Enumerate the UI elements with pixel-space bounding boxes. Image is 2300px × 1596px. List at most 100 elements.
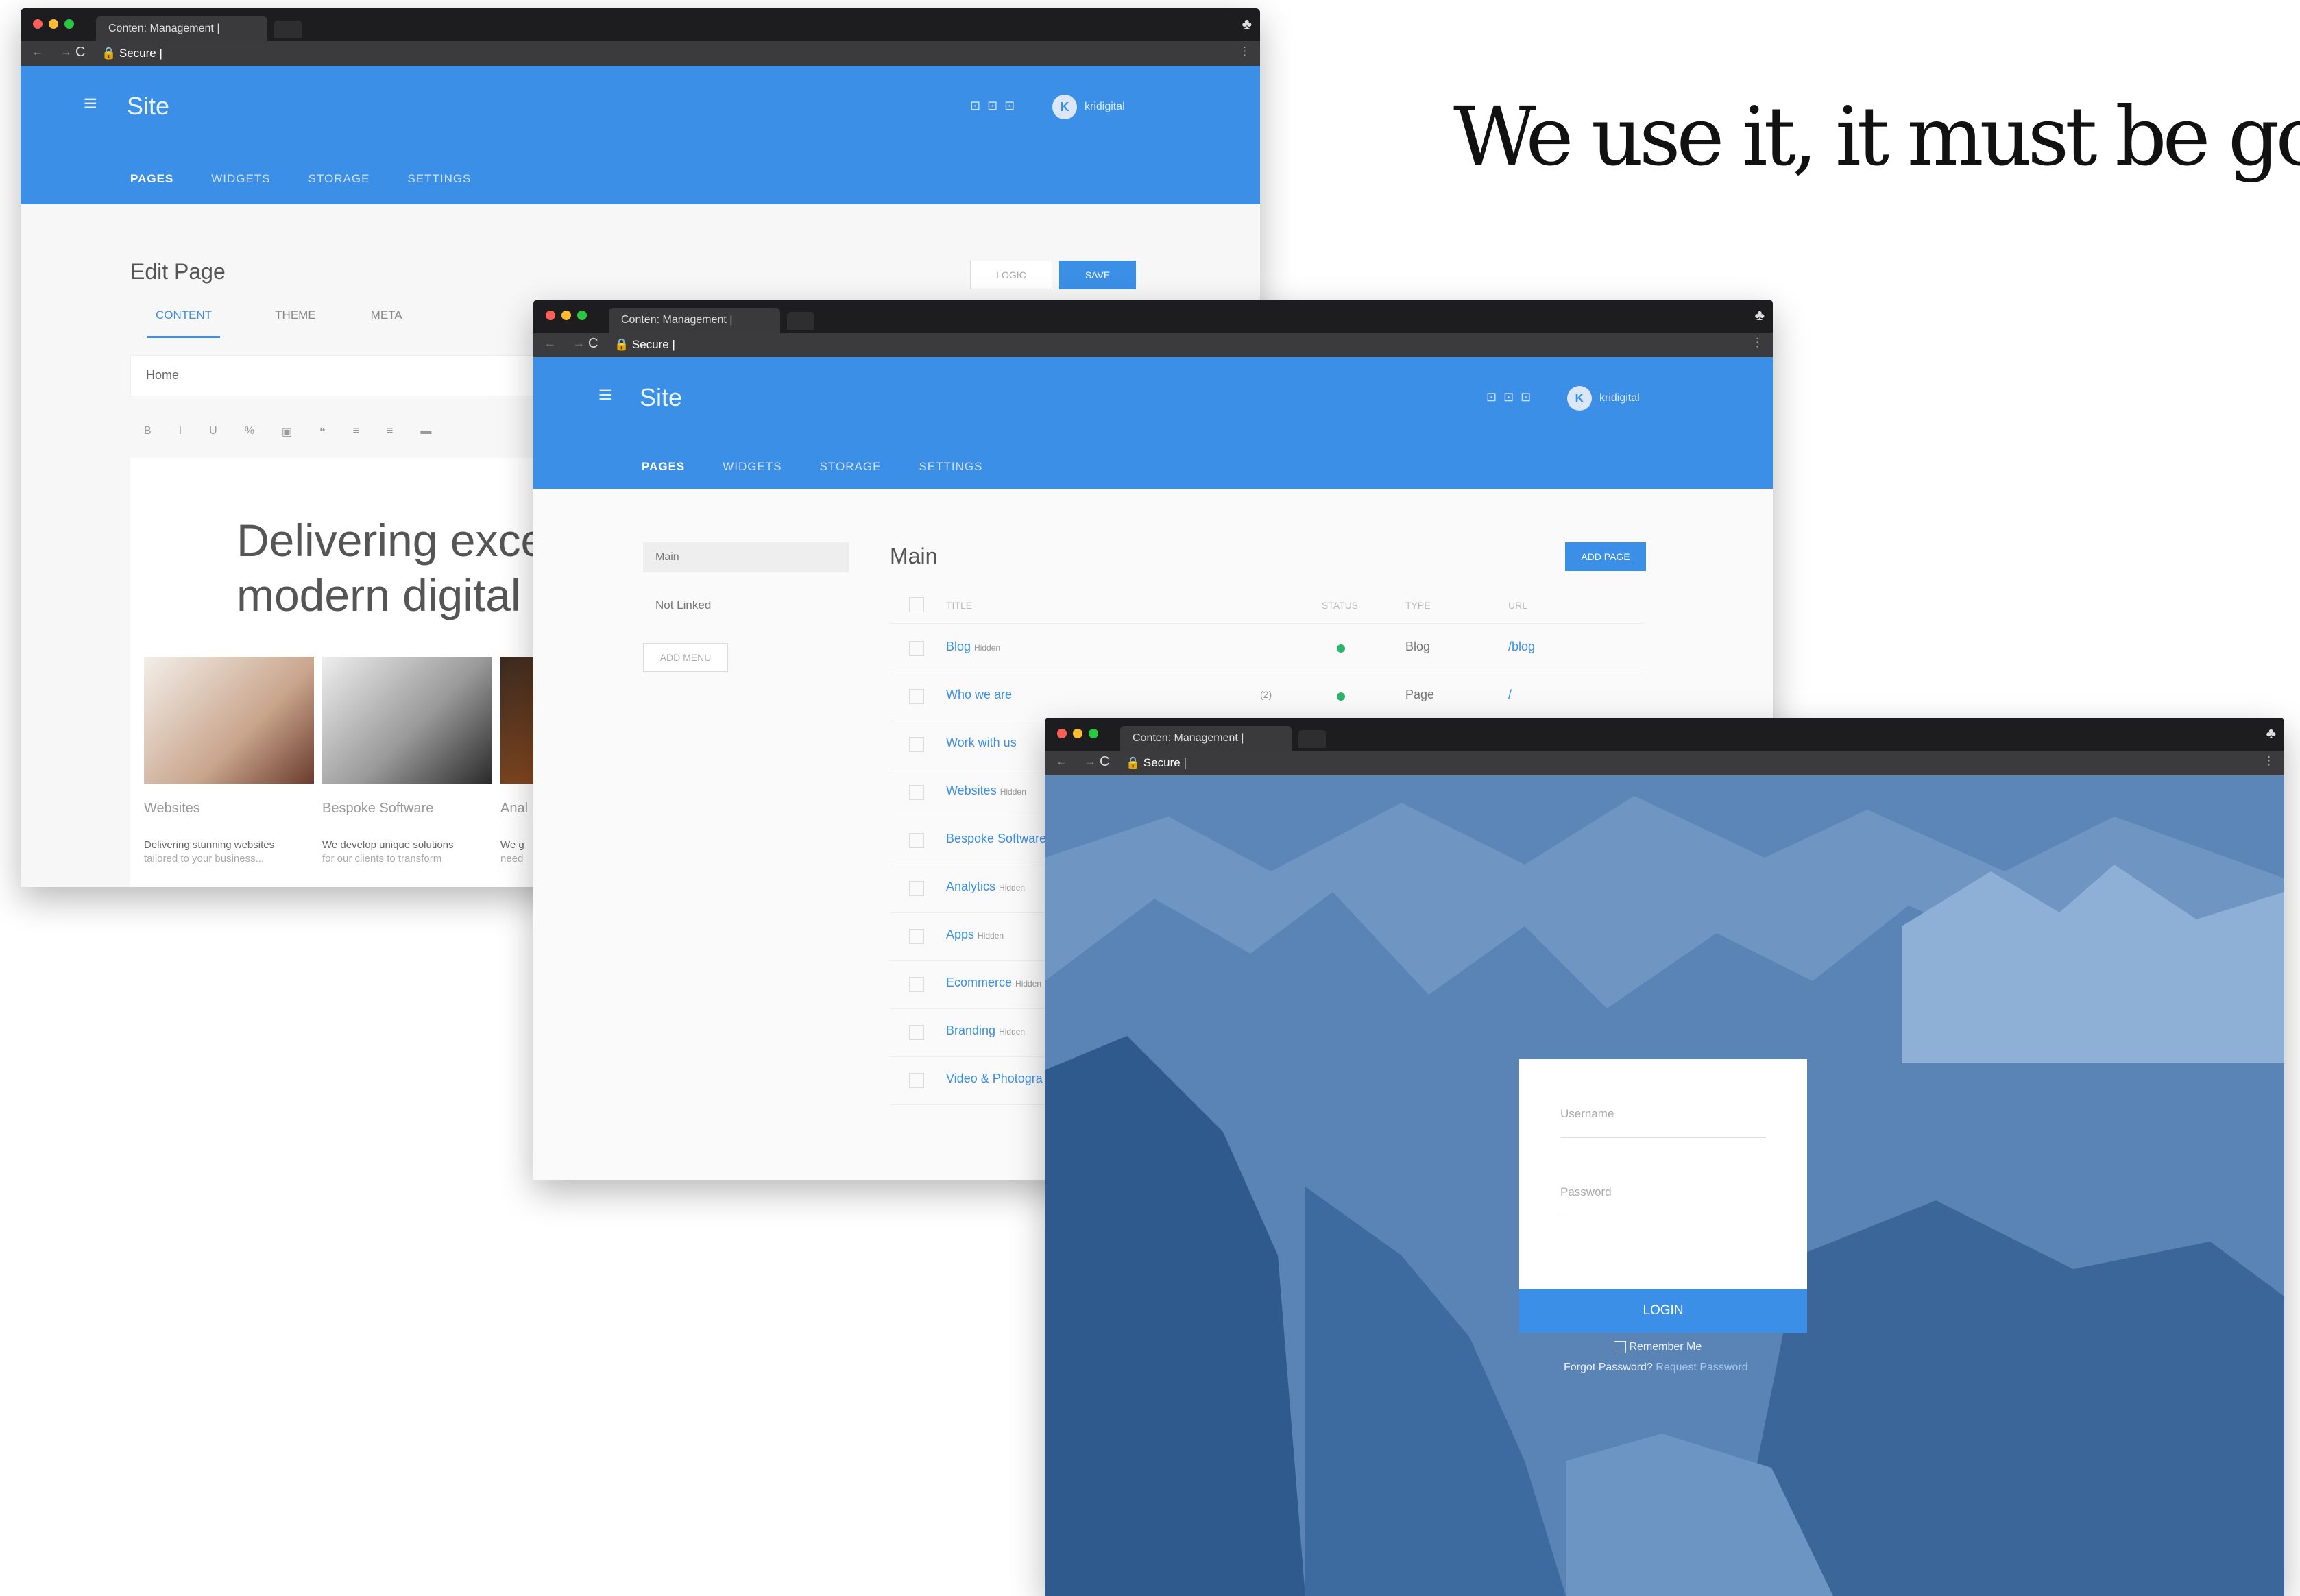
row-title-text[interactable]: Analytics xyxy=(946,880,995,893)
back-forward-icons[interactable]: ← → xyxy=(32,45,79,59)
save-button[interactable]: SAVE xyxy=(1059,261,1136,289)
row-title[interactable]: Video & Photogra xyxy=(946,1072,1043,1086)
tab-theme[interactable]: THEME xyxy=(275,309,316,338)
row-title-text[interactable]: Bespoke Software xyxy=(946,832,1046,845)
row-title[interactable]: Work with us xyxy=(946,736,1017,750)
username-field[interactable]: Username xyxy=(1560,1107,1766,1138)
nav-tab-storage[interactable]: STORAGE xyxy=(308,172,370,186)
menu-item-not-linked[interactable]: Not Linked xyxy=(655,598,711,612)
new-tab-button[interactable] xyxy=(787,312,814,330)
row-checkbox[interactable] xyxy=(909,689,924,704)
row-checkbox[interactable] xyxy=(909,833,924,848)
address-bar[interactable]: ← → C 🔒 Secure | ⋮ xyxy=(21,41,1260,66)
align-button[interactable]: ≡ xyxy=(387,425,393,439)
new-tab-button[interactable] xyxy=(1298,730,1326,748)
row-checkbox[interactable] xyxy=(909,1073,924,1088)
browser-tab[interactable]: Conten: Management | xyxy=(96,16,267,41)
close-window-button[interactable] xyxy=(33,19,43,29)
minimize-window-button[interactable] xyxy=(49,19,58,29)
row-checkbox[interactable] xyxy=(909,737,924,752)
minimize-window-button[interactable] xyxy=(1073,729,1082,738)
address-bar[interactable]: ← → C 🔒 Secure | ⋮ xyxy=(533,332,1773,357)
table-row[interactable]: Blog Hidden Blog/blog xyxy=(890,625,1644,673)
row-title-text[interactable]: Ecommerce xyxy=(946,976,1012,989)
browser-menu-icon[interactable]: ⋮ xyxy=(2263,754,2275,768)
nav-tab-widgets[interactable]: WIDGETS xyxy=(211,172,270,186)
hamburger-menu-icon[interactable]: ≡ xyxy=(598,382,612,409)
zoom-window-button[interactable] xyxy=(64,19,74,29)
row-title[interactable]: Blog Hidden xyxy=(946,640,1000,654)
tab-content[interactable]: CONTENT xyxy=(147,309,221,338)
browser-tab[interactable]: Conten: Management | xyxy=(609,308,780,332)
row-title[interactable]: Bespoke Software xyxy=(946,832,1046,846)
row-checkbox[interactable] xyxy=(909,977,924,992)
row-title-text[interactable]: Branding xyxy=(946,1024,995,1037)
browser-tab[interactable]: Conten: Management | xyxy=(1120,726,1292,751)
row-url[interactable]: / xyxy=(1508,688,1512,702)
row-checkbox[interactable] xyxy=(909,641,924,656)
bold-button[interactable]: B xyxy=(144,425,152,439)
row-title[interactable]: Ecommerce Hidden xyxy=(946,976,1041,990)
tab-meta[interactable]: META xyxy=(371,309,402,338)
row-checkbox[interactable] xyxy=(909,1025,924,1040)
remember-me-checkbox[interactable] xyxy=(1614,1341,1626,1353)
back-forward-icons[interactable]: ← → xyxy=(1056,755,1103,769)
row-checkbox[interactable] xyxy=(909,929,924,944)
header-icons[interactable]: ⊡⊡⊡ xyxy=(970,99,1021,113)
nav-tab-settings[interactable]: SETTINGS xyxy=(407,172,471,186)
zoom-window-button[interactable] xyxy=(1089,729,1098,738)
nav-tab-pages[interactable]: PAGES xyxy=(130,172,173,186)
nav-tab-settings[interactable]: SETTINGS xyxy=(919,460,982,474)
back-forward-icons[interactable]: ← → xyxy=(544,337,592,350)
reload-icon[interactable]: C xyxy=(1100,754,1109,770)
row-title[interactable]: Who we are xyxy=(946,688,1012,702)
image-button[interactable]: ▣ xyxy=(282,425,292,439)
close-window-button[interactable] xyxy=(546,311,555,320)
address-bar[interactable]: ← → C 🔒 Secure | ⋮ xyxy=(1045,751,2284,775)
row-checkbox[interactable] xyxy=(909,785,924,800)
browser-menu-icon[interactable]: ⋮ xyxy=(1752,336,1763,350)
row-title[interactable]: Branding Hidden xyxy=(946,1024,1025,1038)
new-tab-button[interactable] xyxy=(274,21,302,38)
link-button[interactable]: % xyxy=(245,425,254,439)
row-title-text[interactable]: Websites xyxy=(946,784,997,797)
row-title-text[interactable]: Blog xyxy=(946,640,971,653)
video-button[interactable]: ▬ xyxy=(420,425,431,439)
nav-tab-widgets[interactable]: WIDGETS xyxy=(723,460,782,474)
avatar[interactable]: K xyxy=(1567,386,1592,411)
row-title-text[interactable]: Apps xyxy=(946,928,974,941)
zoom-window-button[interactable] xyxy=(577,311,587,320)
reset-password-link[interactable]: Request Password xyxy=(1656,1362,1747,1373)
nav-tab-pages[interactable]: PAGES xyxy=(642,460,685,474)
select-all-checkbox[interactable] xyxy=(909,597,924,612)
row-title[interactable]: Analytics Hidden xyxy=(946,880,1025,894)
login-button[interactable]: LOGIN xyxy=(1519,1289,1807,1333)
quote-button[interactable]: ❝ xyxy=(319,425,326,439)
row-title-text[interactable]: Work with us xyxy=(946,736,1017,749)
add-menu-button[interactable]: ADD MENU xyxy=(643,643,728,672)
username-label[interactable]: kridigital xyxy=(1085,101,1125,113)
logic-button[interactable]: LOGIC xyxy=(970,261,1052,289)
password-field[interactable]: Password xyxy=(1560,1185,1766,1216)
nav-tab-storage[interactable]: STORAGE xyxy=(820,460,882,474)
reload-icon[interactable]: C xyxy=(75,45,85,60)
row-title-text[interactable]: Video & Photogra xyxy=(946,1072,1043,1085)
table-row[interactable]: Who we are (2) Page / xyxy=(890,673,1644,721)
reload-icon[interactable]: C xyxy=(588,336,598,352)
header-icons[interactable]: ⊡⊡⊡ xyxy=(1486,390,1538,404)
row-title[interactable]: Apps Hidden xyxy=(946,928,1004,942)
italic-button[interactable]: I xyxy=(179,425,182,439)
list-button[interactable]: ≡ xyxy=(353,425,359,439)
add-page-button[interactable]: ADD PAGE xyxy=(1565,542,1646,571)
avatar[interactable]: K xyxy=(1052,95,1077,119)
menu-item-main[interactable]: Main xyxy=(643,542,849,572)
underline-button[interactable]: U xyxy=(209,425,217,439)
row-url[interactable]: /blog xyxy=(1508,640,1535,654)
close-window-button[interactable] xyxy=(1057,729,1067,738)
minimize-window-button[interactable] xyxy=(561,311,571,320)
username-label[interactable]: kridigital xyxy=(1599,392,1640,404)
browser-menu-icon[interactable]: ⋮ xyxy=(1239,45,1250,58)
row-title[interactable]: Websites Hidden xyxy=(946,784,1026,798)
hamburger-menu-icon[interactable]: ≡ xyxy=(84,90,97,117)
row-title-text[interactable]: Who we are xyxy=(946,688,1012,701)
